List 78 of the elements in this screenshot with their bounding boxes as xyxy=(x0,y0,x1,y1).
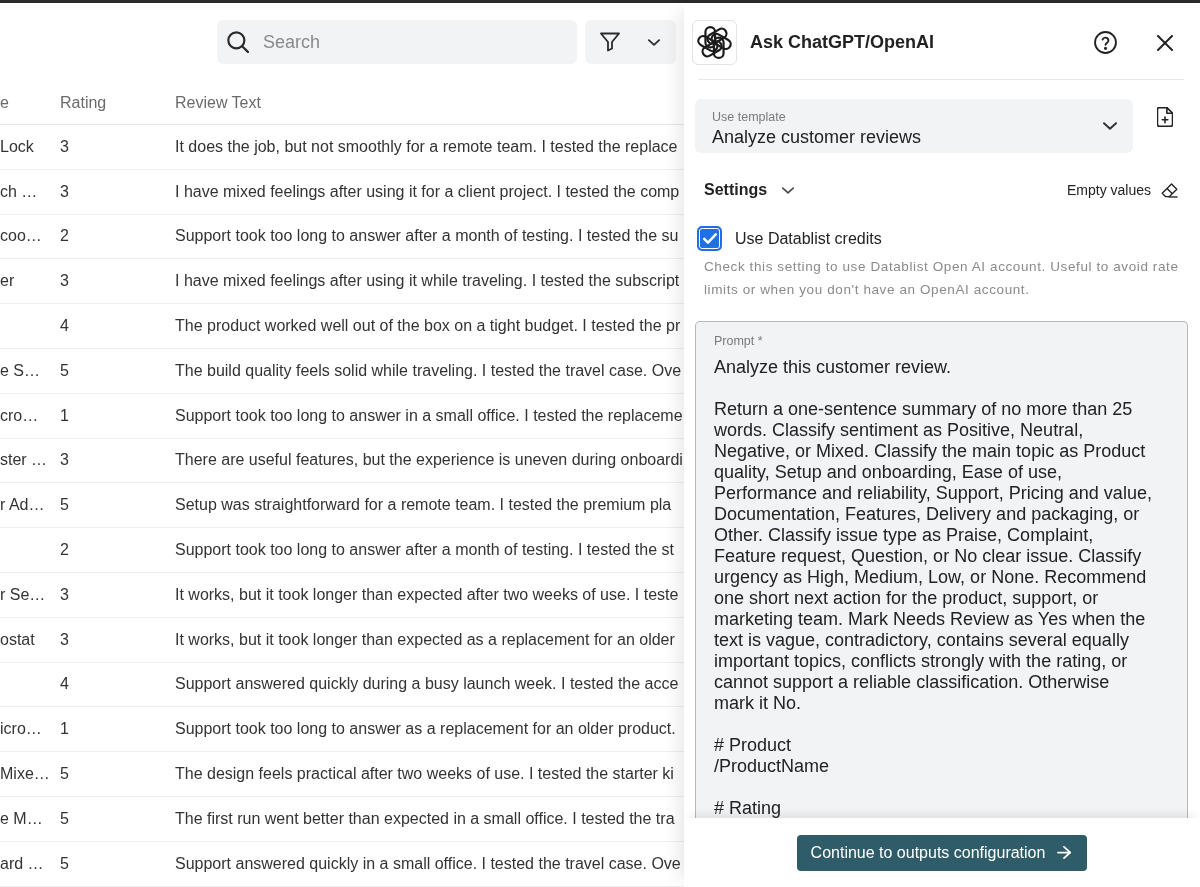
continue-button[interactable]: Continue to outputs configuration xyxy=(796,834,1088,871)
empty-values-button[interactable]: Empty values xyxy=(1066,179,1178,201)
table-cell-text: 3 xyxy=(60,181,69,202)
table-cell-text: 3 xyxy=(60,584,69,605)
table-cell-text: I have mixed feelings after using it for a client project. I tested the comp xyxy=(175,181,680,202)
table-cell-text: ostat xyxy=(0,629,35,650)
template-select[interactable]: Use template Analyze customer reviews xyxy=(695,99,1133,153)
prompt-field[interactable] xyxy=(695,321,1188,818)
table-cell-text: ster … xyxy=(0,450,48,471)
table-cell-text: ard … xyxy=(0,853,44,874)
column-header[interactable]: e xyxy=(0,90,9,115)
table-cell-text: ch … xyxy=(0,181,38,202)
table-cell-text: r Se… xyxy=(0,584,46,605)
table-cell-text: e S… xyxy=(0,360,40,381)
table-cell-text: Support took too long to answer in a small office. I tested the replaceme xyxy=(175,405,683,426)
chevron-down-icon xyxy=(648,38,660,46)
table-cell-text: The design feels practical after two weeks of use. I tested the starter ki xyxy=(175,764,674,785)
table-cell-text: Support answered quickly during a busy launch week. I tested the acce xyxy=(175,674,679,695)
table-cell-text: 5 xyxy=(60,764,69,785)
filter-button[interactable] xyxy=(585,20,676,64)
prompt-text: Analyze this customer review. Return a one-sentence summary of no more than 25 words. Classify sentiment as Positive, Neutral, Negative, or Mixed. Classify the main topic as Product quality, Setup and onboarding, Ease of use, Performance and reliability, Support, Pricing and value, Documentation, Features, Delivery and packaging, or Other. Classify issue type as Praise, Complaint, Feature request, Question, or No clear issue. Classify urgency as High, Medium, Low, or None. Recommend one short next action for the product, support, or marketing team. Mark Needs Review as Yes when the text is vague, contradictory, contains several equally important topics, conflicts strongly with the rating, or cannot support a reliable classification. Otherwise mark it No. # Product /ProductName # Rating xyxy=(714,356,1153,818)
search-icon xyxy=(227,31,249,53)
template-label: Use template xyxy=(712,109,787,125)
column-header[interactable]: Review Text xyxy=(175,90,261,115)
table-cell-text: There are useful features, but the experience is uneven during onboardi xyxy=(175,450,683,471)
table-cell-text: r Ad… xyxy=(0,495,45,516)
prompt-label: Prompt * xyxy=(714,333,764,349)
filter-icon xyxy=(600,32,620,52)
search-field[interactable]: Search xyxy=(217,20,577,64)
table-cell-text: 1 xyxy=(60,405,69,426)
table-cell-text: 4 xyxy=(60,674,69,695)
knot-logo-icon xyxy=(692,20,737,65)
panel-title: Ask ChatGPT/OpenAI xyxy=(750,31,935,54)
table-cell-text: Setup was straightforward for a remote team. I tested the premium pla xyxy=(175,495,672,516)
help-icon xyxy=(1093,31,1117,54)
table-cell-text: 5 xyxy=(60,808,69,829)
table-cell-text: e M… xyxy=(0,808,43,829)
table-cell-text: 1 xyxy=(60,719,69,740)
table-cell-text: 3 xyxy=(60,450,69,471)
table-cell-text: icro… xyxy=(0,719,42,740)
table-cell-text: Support took too long to answer after a month of testing. I tested the st xyxy=(175,540,674,561)
table-cell-text: Support took too long to answer as a replacement for an older product. xyxy=(175,719,676,740)
table-cell-text: It does the job, but not smoothly for a remote team. I tested the replace xyxy=(175,136,678,157)
table-cell-text: The build quality feels solid while traveling. I tested the travel case. Ove xyxy=(175,360,682,381)
close-icon xyxy=(1157,34,1173,51)
table-cell-text: cro… xyxy=(0,405,39,426)
table-cell-text: 4 xyxy=(60,316,69,337)
help-text: Check this setting to use Datablist Open AI account. Useful to avoid rate limits or when you don't have an OpenAI account. xyxy=(703,258,1180,299)
table-cell-text: 3 xyxy=(60,629,69,650)
template-value: Analyze customer reviews xyxy=(712,126,923,149)
table-cell-text: The product worked well out of the box on a tight budget. I tested the pr xyxy=(175,316,681,337)
table-cell-text: 5 xyxy=(60,853,69,874)
eraser-icon xyxy=(1161,182,1178,198)
table-cell-text: I have mixed feelings after using it while traveling. I tested the subscript xyxy=(175,271,680,292)
table-cell-text: er xyxy=(0,271,15,292)
check-icon xyxy=(702,233,717,244)
table-cell-text: 2 xyxy=(60,226,69,247)
table-cell-text: Support answered quickly in a small office. I tested the travel case. Ove xyxy=(175,853,681,874)
column-header[interactable]: Rating xyxy=(60,90,107,115)
table-cell-text: coo… xyxy=(0,226,42,247)
table-cell-text: It works, but it took longer than expected after two weeks of use. I teste xyxy=(175,584,679,605)
table-cell-text: Lock xyxy=(0,136,34,157)
table-cell-text: It works, but it took longer than expected as a replacement for an older xyxy=(175,629,675,650)
checkbox[interactable] xyxy=(697,226,722,251)
settings-toggle[interactable]: Settings xyxy=(704,178,795,202)
table-cell-text: 5 xyxy=(60,495,69,516)
table-cell-text: Mixe… xyxy=(0,764,50,785)
checkbox-label: Use Datablist credits xyxy=(735,228,882,249)
chevron-down-icon xyxy=(782,186,795,194)
table-cell-text: Support took too long to answer after a month of testing. I tested the su xyxy=(175,226,679,247)
table-cell-text: 3 xyxy=(60,271,69,292)
table-cell-text: 5 xyxy=(60,360,69,381)
arrow-right-icon xyxy=(1057,846,1072,859)
table-cell-text: The first run went better than expected in a small office. I tested the tra xyxy=(175,808,675,829)
table-cell-text: 3 xyxy=(60,136,69,157)
table-cell-text: 2 xyxy=(60,540,69,561)
file-plus-icon xyxy=(1157,106,1173,127)
chevron-down-icon xyxy=(1103,122,1117,130)
